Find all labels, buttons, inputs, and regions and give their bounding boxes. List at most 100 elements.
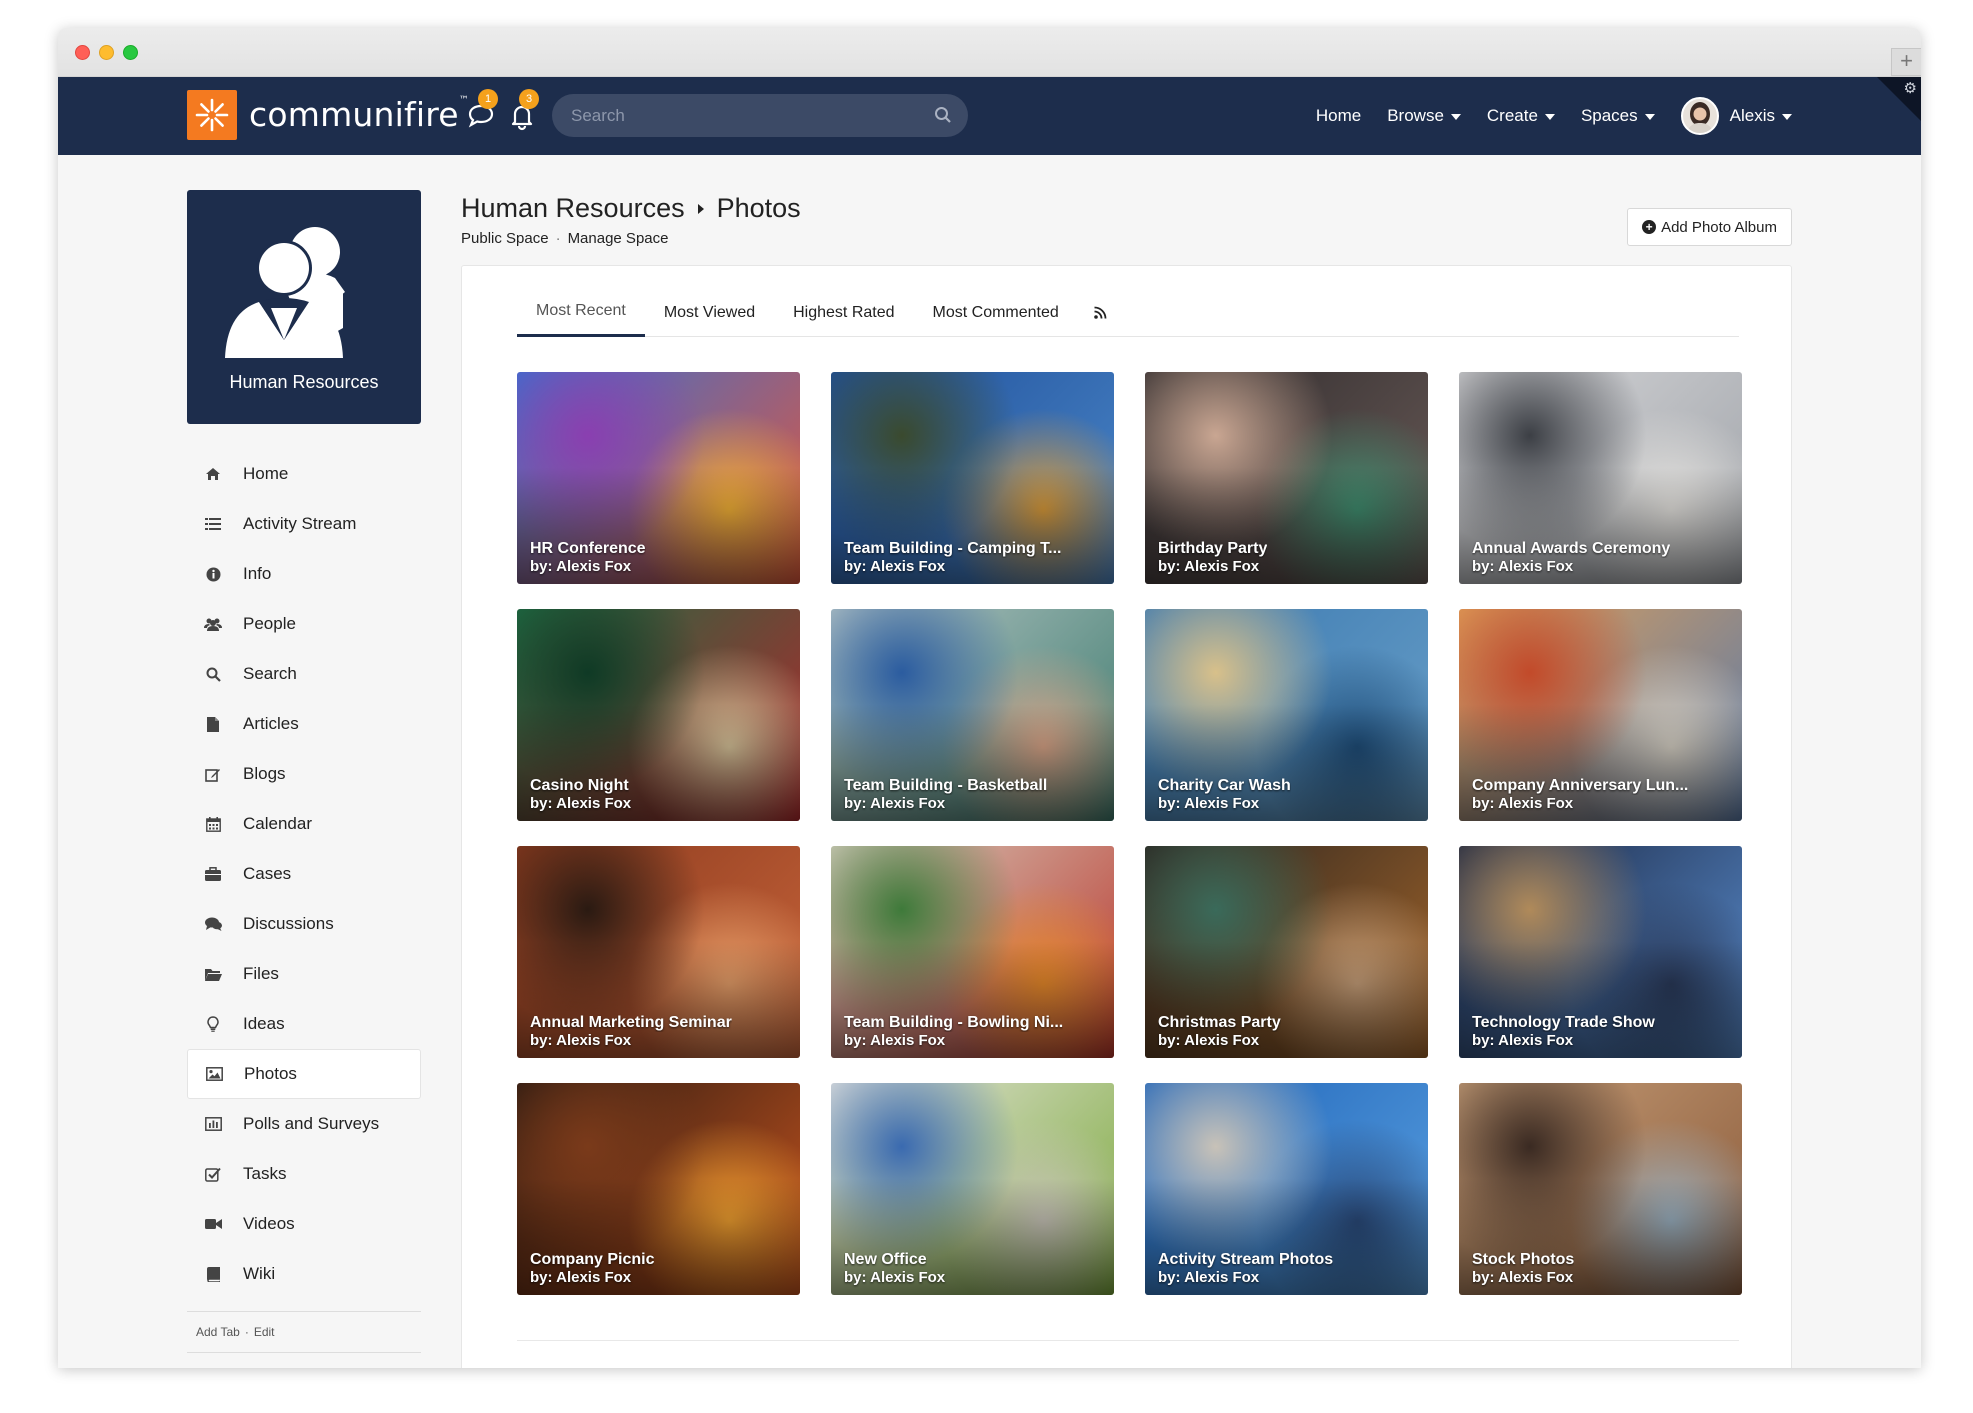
add-tab-link[interactable]: Add Tab (196, 1325, 240, 1339)
sidebar-item-search[interactable]: Search (187, 649, 421, 699)
tab-most-recent[interactable]: Most Recent (517, 288, 645, 337)
search-icon (202, 665, 224, 683)
photos-panel: Most Recent Most Viewed Highest Rated Mo… (461, 265, 1792, 1368)
sidebar-item-calendar[interactable]: Calendar (187, 799, 421, 849)
album-title[interactable]: Charity Car Wash (1158, 777, 1291, 795)
nav-home-link[interactable]: Home (1316, 106, 1361, 126)
sidebar-item-polls-and-surveys[interactable]: Polls and Surveys (187, 1099, 421, 1149)
sidebar-item-cases[interactable]: Cases (187, 849, 421, 899)
browser-window: + communifire™ 1 3 Search Home Browse Cr… (58, 28, 1921, 1368)
sidebar-item-activity-stream[interactable]: Activity Stream (187, 499, 421, 549)
photo-album-tile[interactable]: Activity Stream Photos by: Alexis Fox (1145, 1083, 1428, 1295)
album-author: by: Alexis Fox (1158, 558, 1260, 575)
album-title[interactable]: Team Building - Camping T... (844, 540, 1061, 558)
user-menu[interactable]: Alexis (1680, 97, 1792, 135)
notifications-count-badge: 3 (519, 89, 539, 109)
album-title[interactable]: Christmas Party (1158, 1014, 1281, 1032)
minimize-window-button[interactable] (99, 45, 114, 60)
nav-create-menu[interactable]: Create (1487, 106, 1555, 126)
search-icon[interactable] (934, 106, 952, 124)
people-icon (202, 615, 224, 633)
breadcrumb-space[interactable]: Human Resources (461, 193, 685, 224)
close-window-button[interactable] (75, 45, 90, 60)
sidebar-item-people[interactable]: People (187, 599, 421, 649)
meta-separator: · (555, 230, 561, 247)
sidebar-item-ideas[interactable]: Ideas (187, 999, 421, 1049)
brand-name[interactable]: communifire™ (249, 95, 469, 134)
photo-album-tile[interactable]: Annual Marketing Seminar by: Alexis Fox (517, 846, 800, 1058)
photo-album-tile[interactable]: Charity Car Wash by: Alexis Fox (1145, 609, 1428, 821)
communifire-logo-icon[interactable] (187, 90, 237, 140)
album-author: by: Alexis Fox (1158, 1032, 1260, 1049)
photo-album-tile[interactable]: Company Anniversary Lun... by: Alexis Fox (1459, 609, 1742, 821)
blog-icon (202, 765, 224, 783)
photo-album-tile[interactable]: Team Building - Bowling Ni... by: Alexis … (831, 846, 1114, 1058)
sidebar-item-files[interactable]: Files (187, 949, 421, 999)
tab-most-viewed[interactable]: Most Viewed (645, 288, 774, 337)
photo-album-tile[interactable]: Stock Photos by: Alexis Fox (1459, 1083, 1742, 1295)
calendar-icon (202, 815, 224, 833)
global-search (552, 94, 968, 137)
album-title[interactable]: Birthday Party (1158, 540, 1267, 558)
notifications-bell-icon[interactable]: 3 (507, 89, 539, 131)
nav-spaces-menu[interactable]: Spaces (1581, 106, 1655, 126)
tab-highest-rated[interactable]: Highest Rated (774, 288, 913, 337)
album-title[interactable]: Team Building - Bowling Ni... (844, 1014, 1063, 1032)
album-author: by: Alexis Fox (1472, 1269, 1574, 1286)
album-title[interactable]: Annual Awards Ceremony (1472, 540, 1670, 558)
album-title[interactable]: Stock Photos (1472, 1251, 1574, 1269)
search-input[interactable] (552, 94, 968, 137)
sidebar-item-blogs[interactable]: Blogs (187, 749, 421, 799)
photo-album-tile[interactable]: New Office by: Alexis Fox (831, 1083, 1114, 1295)
album-title[interactable]: Casino Night (530, 777, 629, 795)
gear-icon[interactable]: ⚙ (1904, 79, 1917, 97)
album-author: by: Alexis Fox (1472, 558, 1574, 575)
album-title[interactable]: Company Picnic (530, 1251, 654, 1269)
album-author: by: Alexis Fox (844, 1269, 946, 1286)
photo-album-tile[interactable]: Team Building - Camping T... by: Alexis F… (831, 372, 1114, 584)
space-meta: Public Space · Manage Space (461, 230, 801, 247)
photo-album-tile[interactable]: Birthday Party by: Alexis Fox (1145, 372, 1428, 584)
messages-icon[interactable]: 1 (466, 89, 498, 131)
photo-album-tile[interactable]: Casino Night by: Alexis Fox (517, 609, 800, 821)
breadcrumb-arrow-icon (697, 203, 704, 214)
album-title[interactable]: Activity Stream Photos (1158, 1251, 1333, 1269)
sidebar-item-info[interactable]: Info (187, 549, 421, 599)
folder-icon (202, 965, 224, 983)
sidebar-item-wiki[interactable]: Wiki (187, 1249, 421, 1299)
album-author: by: Alexis Fox (844, 795, 946, 812)
album-author: by: Alexis Fox (1472, 795, 1574, 812)
nav-browse-menu[interactable]: Browse (1387, 106, 1461, 126)
edit-sidebar-link[interactable]: Edit (254, 1325, 275, 1339)
photo-album-tile[interactable]: Christmas Party by: Alexis Fox (1145, 846, 1428, 1058)
sidebar-item-videos[interactable]: Videos (187, 1199, 421, 1249)
album-title[interactable]: Technology Trade Show (1472, 1014, 1655, 1032)
sidebar-item-discussions[interactable]: Discussions (187, 899, 421, 949)
rss-feed-icon[interactable] (1078, 288, 1123, 337)
album-title[interactable]: New Office (844, 1251, 927, 1269)
photo-album-tile[interactable]: Company Picnic by: Alexis Fox (517, 1083, 800, 1295)
manage-space-link[interactable]: Manage Space (568, 230, 669, 247)
page-title: Human Resources Photos (461, 193, 801, 224)
photo-album-tile[interactable]: Team Building - Basketball by: Alexis Fox (831, 609, 1114, 821)
add-photo-album-button[interactable]: + Add Photo Album (1627, 208, 1792, 246)
photo-album-tile[interactable]: HR Conference by: Alexis Fox (517, 372, 800, 584)
album-title[interactable]: Team Building - Basketball (844, 777, 1047, 795)
sidebar-item-articles[interactable]: Articles (187, 699, 421, 749)
tab-most-commented[interactable]: Most Commented (914, 288, 1078, 337)
space-avatar-card[interactable]: Human Resources (187, 190, 421, 424)
photo-album-tile[interactable]: Annual Awards Ceremony by: Alexis Fox (1459, 372, 1742, 584)
album-author: by: Alexis Fox (530, 1032, 632, 1049)
page-header: Human Resources Photos Public Space · Mana… (461, 193, 801, 247)
album-title[interactable]: Annual Marketing Seminar (530, 1014, 732, 1032)
messages-count-badge: 1 (478, 89, 498, 109)
new-tab-plus-icon[interactable]: + (1891, 48, 1921, 76)
top-navbar: communifire™ 1 3 Home Browse Create Spac… (58, 77, 1921, 155)
album-title[interactable]: HR Conference (530, 540, 646, 558)
album-title[interactable]: Company Anniversary Lun... (1472, 777, 1688, 795)
sidebar-item-tasks[interactable]: Tasks (187, 1149, 421, 1199)
photo-album-tile[interactable]: Technology Trade Show by: Alexis Fox (1459, 846, 1742, 1058)
sidebar-item-photos[interactable]: Photos (187, 1049, 421, 1099)
sidebar-item-home[interactable]: Home (187, 449, 421, 499)
maximize-window-button[interactable] (123, 45, 138, 60)
